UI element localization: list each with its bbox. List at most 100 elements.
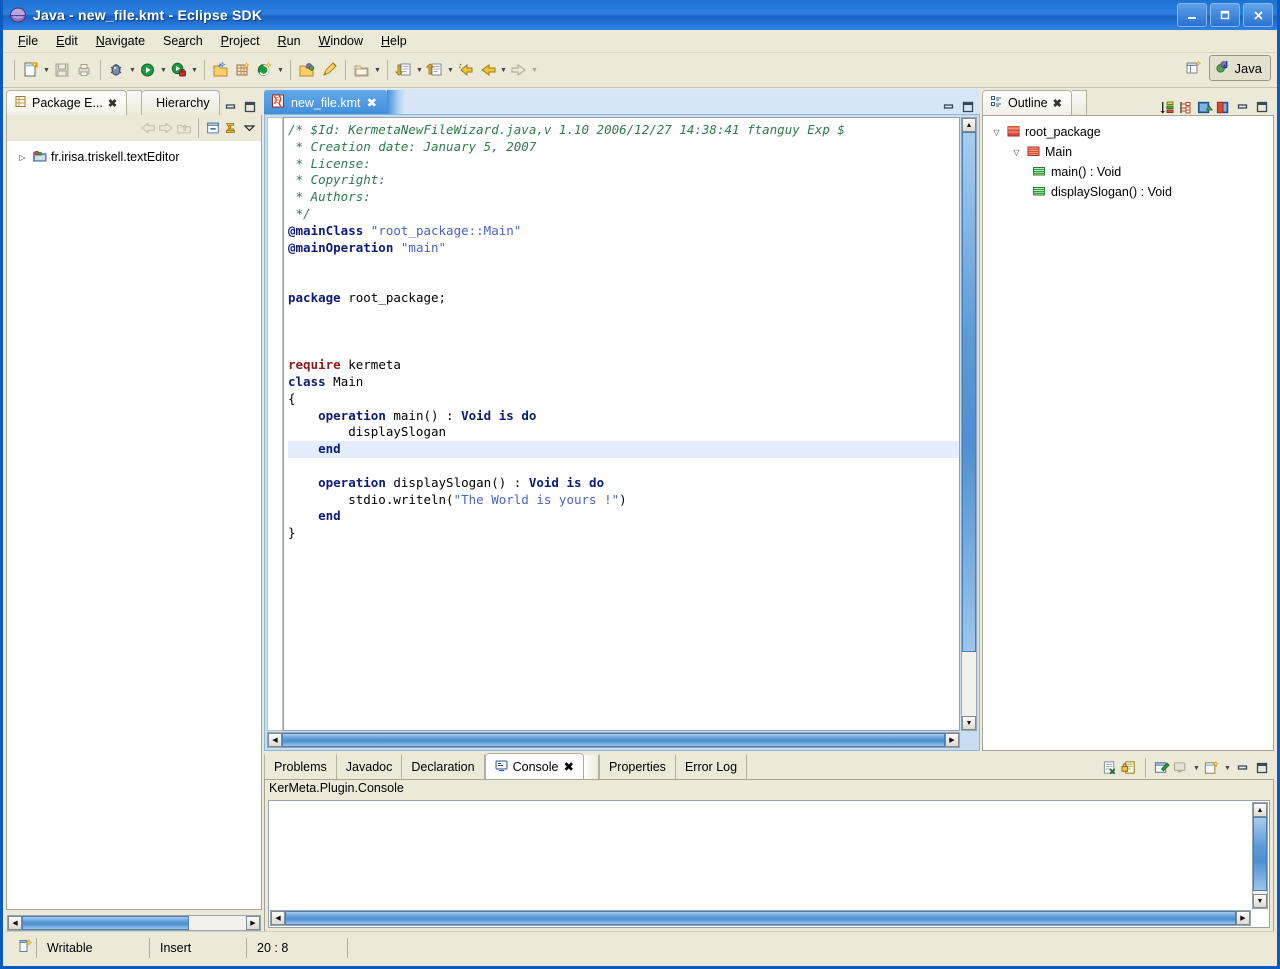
scroll-lock-icon[interactable] (1121, 760, 1137, 776)
back-dropdown-icon[interactable]: ▼ (499, 59, 508, 81)
scroll-thumb[interactable] (22, 916, 189, 930)
tab-console[interactable]: Console ✖ (484, 753, 584, 779)
hide-static-icon[interactable] (1197, 99, 1213, 115)
console-output[interactable]: ▲ ▼ ◀ ▶ (268, 800, 1270, 928)
open-perspective-icon[interactable] (1183, 57, 1205, 79)
close-icon[interactable]: ✖ (563, 759, 573, 774)
menu-project[interactable]: Project (212, 32, 269, 50)
new-class-dropdown-icon[interactable]: ▼ (276, 59, 285, 81)
sort-icon[interactable] (1159, 99, 1175, 115)
outline-item-main-class[interactable]: ▽ Main (983, 142, 1273, 162)
collapse-all-icon[interactable] (205, 120, 221, 136)
maximize-icon[interactable] (1254, 760, 1270, 776)
code-editor[interactable]: /* $Id: KermetaNewFileWizard.java,v 1.10… (283, 117, 960, 731)
chevron-down-icon[interactable]: ▽ (991, 127, 1002, 138)
menu-navigate[interactable]: Navigate (87, 32, 154, 50)
hide-fields-icon[interactable] (1178, 99, 1194, 115)
tab-error-log[interactable]: Error Log (675, 754, 748, 779)
new-java-project-icon[interactable] (210, 59, 232, 81)
scroll-right-button[interactable]: ▶ (1236, 911, 1250, 925)
open-resource-icon[interactable] (351, 59, 373, 81)
outline-tree[interactable]: ▽ root_package ▽ Main main(): Void disp… (982, 115, 1274, 751)
scroll-right-button[interactable]: ▶ (246, 916, 260, 930)
run-icon[interactable] (137, 59, 159, 81)
menu-edit[interactable]: Edit (47, 32, 87, 50)
run-dropdown-icon[interactable]: ▼ (159, 59, 168, 81)
scroll-down-button[interactable]: ▼ (962, 716, 976, 730)
open-console-dropdown-icon[interactable]: ▼ (1223, 757, 1232, 779)
tab-problems[interactable]: Problems (264, 754, 337, 779)
previous-annotation-icon[interactable] (424, 59, 446, 81)
debug-dropdown-icon[interactable]: ▼ (128, 59, 137, 81)
pin-console-icon[interactable] (1154, 760, 1170, 776)
search-icon[interactable] (318, 59, 340, 81)
previous-annotation-dropdown-icon[interactable]: ▼ (446, 59, 455, 81)
outline-item-displayslogan-operation[interactable]: displaySlogan() : Void (983, 182, 1273, 202)
minimize-icon[interactable] (941, 99, 957, 115)
new-wizard-dropdown-icon[interactable]: ▼ (42, 59, 51, 81)
console-vscrollbar[interactable]: ▲ ▼ (1252, 802, 1268, 909)
tab-hierarchy[interactable]: Hierarchy (142, 90, 220, 115)
external-tools-icon[interactable] (168, 59, 190, 81)
external-tools-dropdown-icon[interactable]: ▼ (190, 59, 199, 81)
maximize-icon[interactable] (242, 99, 258, 115)
debug-icon[interactable] (106, 59, 128, 81)
close-icon[interactable]: ✖ (366, 95, 376, 110)
chevron-down-icon[interactable]: ▽ (1011, 147, 1022, 158)
minimize-button[interactable] (1177, 3, 1207, 27)
scroll-up-button[interactable]: ▲ (962, 118, 976, 132)
minimize-icon[interactable] (1235, 99, 1251, 115)
console-hscrollbar[interactable]: ◀ ▶ (270, 910, 1251, 926)
scroll-right-button[interactable]: ▶ (945, 733, 959, 747)
new-wizard-icon[interactable] (20, 59, 42, 81)
scroll-left-button[interactable]: ◀ (268, 733, 282, 747)
package-explorer-hscrollbar[interactable]: ◀ ▶ (7, 915, 261, 931)
editor-vscrollbar[interactable]: ▲ ▼ (961, 117, 977, 731)
clear-console-icon[interactable] (1102, 760, 1118, 776)
tab-outline[interactable]: Outline ✖ (982, 90, 1072, 115)
back-icon[interactable] (477, 59, 499, 81)
link-with-editor-icon[interactable] (223, 120, 239, 136)
open-resource-dropdown-icon[interactable]: ▼ (373, 59, 382, 81)
close-icon[interactable]: ✖ (108, 97, 117, 110)
scroll-thumb[interactable] (1253, 817, 1267, 891)
tree-item-project[interactable]: ▷ fr.irisa.triskell.textEditor (7, 147, 261, 167)
code-text[interactable]: /* $Id: KermetaNewFileWizard.java,v 1.10… (284, 118, 959, 542)
minimize-icon[interactable] (1235, 760, 1251, 776)
outline-item-root-package[interactable]: ▽ root_package (983, 122, 1273, 142)
hide-non-public-icon[interactable] (1216, 99, 1232, 115)
next-annotation-icon[interactable] (393, 59, 415, 81)
maximize-button[interactable] (1210, 3, 1240, 27)
minimize-icon[interactable] (223, 99, 239, 115)
tab-package-explorer[interactable]: Package E... ✖ (6, 90, 128, 115)
scroll-down-button[interactable]: ▼ (1253, 894, 1267, 908)
maximize-icon[interactable] (1254, 99, 1270, 115)
editor-hscrollbar[interactable]: ◀ ▶ (267, 732, 960, 748)
scroll-thumb[interactable] (962, 132, 976, 652)
menu-run[interactable]: Run (269, 32, 310, 50)
close-button[interactable] (1243, 3, 1273, 27)
tab-properties[interactable]: Properties (598, 754, 676, 779)
display-console-dropdown-icon[interactable]: ▼ (1192, 757, 1201, 779)
tab-javadoc[interactable]: Javadoc (336, 754, 403, 779)
outline-item-main-operation[interactable]: main() : Void (983, 162, 1273, 182)
last-edit-location-icon[interactable] (455, 59, 477, 81)
scroll-left-button[interactable]: ◀ (8, 916, 22, 930)
new-package-icon[interactable] (232, 59, 254, 81)
chevron-right-icon[interactable]: ▷ (17, 152, 28, 163)
tab-new_file-kmt[interactable]: new_file.kmt ✖ (264, 90, 387, 115)
tab-declaration[interactable]: Declaration (402, 754, 485, 779)
maximize-icon[interactable] (960, 99, 976, 115)
close-icon[interactable]: ✖ (1053, 97, 1062, 110)
menu-window[interactable]: Window (310, 32, 372, 50)
scroll-left-button[interactable]: ◀ (271, 911, 285, 925)
scroll-up-button[interactable]: ▲ (1253, 803, 1267, 817)
open-type-icon[interactable] (296, 59, 318, 81)
perspective-java-button[interactable]: Java (1208, 55, 1271, 81)
editor-gutter[interactable] (267, 117, 283, 731)
next-annotation-dropdown-icon[interactable]: ▼ (415, 59, 424, 81)
view-menu-icon[interactable] (241, 120, 257, 136)
menu-search[interactable]: Search (154, 32, 212, 50)
scroll-thumb[interactable] (282, 733, 945, 747)
package-explorer-tree[interactable]: ▷ fr.irisa.triskell.textEditor (6, 141, 262, 910)
